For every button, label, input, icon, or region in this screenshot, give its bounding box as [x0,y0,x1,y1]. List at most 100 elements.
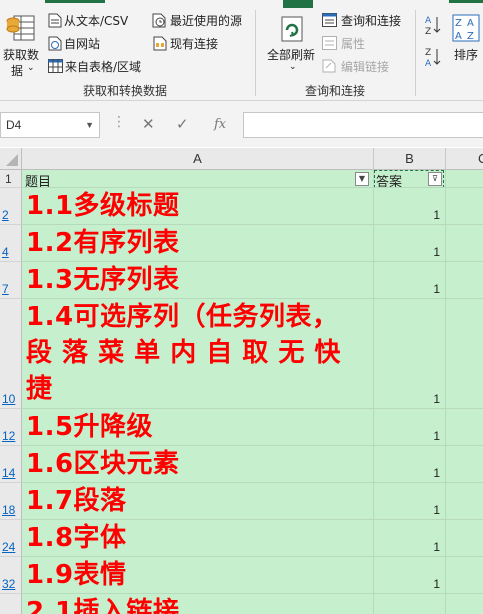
get-data-button[interactable]: 获取数 据 ⌄ [0,10,44,80]
group-label-get-transform: 获取和转换数据 [83,84,168,98]
empty-cell[interactable] [446,225,483,262]
from-web-button[interactable]: 自网站 [46,35,146,53]
title-cell[interactable]: 2.1插入链接 [22,594,374,614]
svg-text:A: A [455,31,462,42]
title-cell[interactable]: 1.6区块元素 [22,446,374,483]
row-number: 14 [2,466,16,480]
title-cell[interactable]: 1.5升降级 [22,409,374,446]
more-options-icon[interactable]: ⋮ [112,114,126,130]
insert-function-icon[interactable]: fx [214,117,226,132]
answer-cell[interactable]: 1 [374,262,446,299]
formula-input[interactable] [243,112,483,138]
cancel-icon[interactable]: ✕ [142,115,155,133]
sort-label: 排序 [454,48,479,62]
answer-cell[interactable]: 1 [374,483,446,520]
sort-descending-button[interactable]: Z A [424,46,442,69]
clock-icon [152,13,166,28]
row-header[interactable]: 14 [0,446,22,483]
group-separator [255,10,256,96]
from-text-csv-label: 从文本/CSV [64,14,129,28]
svg-text:Z: Z [455,18,462,29]
spreadsheet-grid: A B C 1 题目 ▼ 答案 ⊽ 2 1.1多级标题 1 4 1.2有序列表 1 7 1.3… [0,148,483,614]
row-header[interactable]: 10 [0,299,22,409]
answer-cell[interactable]: 1 [374,225,446,262]
empty-cell[interactable] [446,520,483,557]
tab-indicator-2 [283,0,313,8]
empty-cell[interactable] [446,446,483,483]
empty-cell[interactable] [446,483,483,520]
title-cell[interactable]: 1.4可选序列（任务列表，段 落 菜 单 内 自 取 无 快 捷键） [22,299,374,409]
recent-sources-button[interactable]: 最近使用的源 [152,12,252,30]
title-text: 1.4可选序列（任务列表， [26,302,339,332]
select-all-corner[interactable] [0,148,22,170]
enter-icon[interactable]: ✓ [176,115,189,133]
row-header[interactable] [0,594,22,614]
copy-marquee [374,170,444,187]
existing-connections-button[interactable]: 现有连接 [152,35,252,53]
title-cell[interactable]: 1.1多级标题 [22,188,374,225]
name-box[interactable]: D4 ▼ [0,112,100,138]
answer-cell[interactable]: 1 [374,446,446,483]
row-header[interactable]: 1 [0,170,22,188]
title-cell[interactable]: 1.8字体 [22,520,374,557]
header-cell-answer[interactable]: 答案 ⊽ [374,170,446,188]
title-cell[interactable]: 1.3无序列表 [22,262,374,299]
column-header-a[interactable]: A [22,148,374,170]
from-table-label: 来自表格/区域 [65,60,142,74]
get-data-label-2: 据 [11,64,24,78]
sort-button[interactable]: Z A A Z 排序 [450,12,483,68]
sort-descending-icon: Z A [425,48,441,69]
answer-value: 1 [433,429,440,443]
empty-cell[interactable] [446,299,483,409]
chevron-down-icon: ▼ [85,120,94,130]
row-header[interactable]: 32 [0,557,22,594]
properties-label: 属性 [341,37,366,51]
empty-cell[interactable] [446,594,483,614]
svg-text:Z: Z [425,27,431,36]
connections-icon [153,36,167,51]
title-text: 1.6区块元素 [26,449,180,479]
refresh-icon [281,16,303,42]
row-header[interactable]: 7 [0,262,22,299]
title-cell[interactable]: 1.7段落 [22,483,374,520]
answer-value: 1 [433,208,440,222]
queries-connections-button[interactable]: 查询和连接 [322,12,412,30]
title-cell[interactable]: 1.9表情 [22,557,374,594]
answer-cell[interactable]: 1 [374,188,446,225]
from-table-button[interactable]: 来自表格/区域 [46,58,146,76]
row-number: 10 [2,392,16,406]
answer-cell[interactable] [374,594,446,614]
row-header[interactable]: 2 [0,188,22,225]
sort-ascending-button[interactable]: A Z [424,14,442,37]
row-header[interactable]: 24 [0,520,22,557]
refresh-all-button[interactable]: 全部刷新 ⌄ [264,10,320,80]
answer-value: 1 [433,466,440,480]
answer-cell[interactable]: 1 [374,299,446,409]
edit-links-icon [322,59,336,73]
from-text-csv-button[interactable]: 从文本/CSV [46,12,146,30]
title-text: 1.5升降级 [26,412,154,442]
empty-cell[interactable] [446,170,483,188]
existing-connections-label: 现有连接 [170,37,219,51]
title-text: 1.9表情 [26,560,127,590]
row-header[interactable]: 12 [0,409,22,446]
row-number: 7 [2,282,9,296]
answer-cell[interactable]: 1 [374,409,446,446]
empty-cell[interactable] [446,188,483,225]
empty-cell[interactable] [446,557,483,594]
row-header[interactable]: 18 [0,483,22,520]
answer-cell[interactable]: 1 [374,520,446,557]
column-header-b[interactable]: B [374,148,446,170]
column-header-c[interactable]: C [446,148,483,170]
answer-value: 1 [433,577,440,591]
properties-button[interactable]: 属性 [322,35,412,53]
row-header[interactable]: 4 [0,225,22,262]
filter-dropdown-button[interactable]: ▼ [355,172,369,186]
answer-cell[interactable]: 1 [374,557,446,594]
header-title-text: 题目 [25,175,52,188]
empty-cell[interactable] [446,262,483,299]
title-cell[interactable]: 1.2有序列表 [22,225,374,262]
header-cell-title[interactable]: 题目 ▼ [22,170,374,188]
edit-links-button[interactable]: 编辑链接 [322,58,412,76]
empty-cell[interactable] [446,409,483,446]
